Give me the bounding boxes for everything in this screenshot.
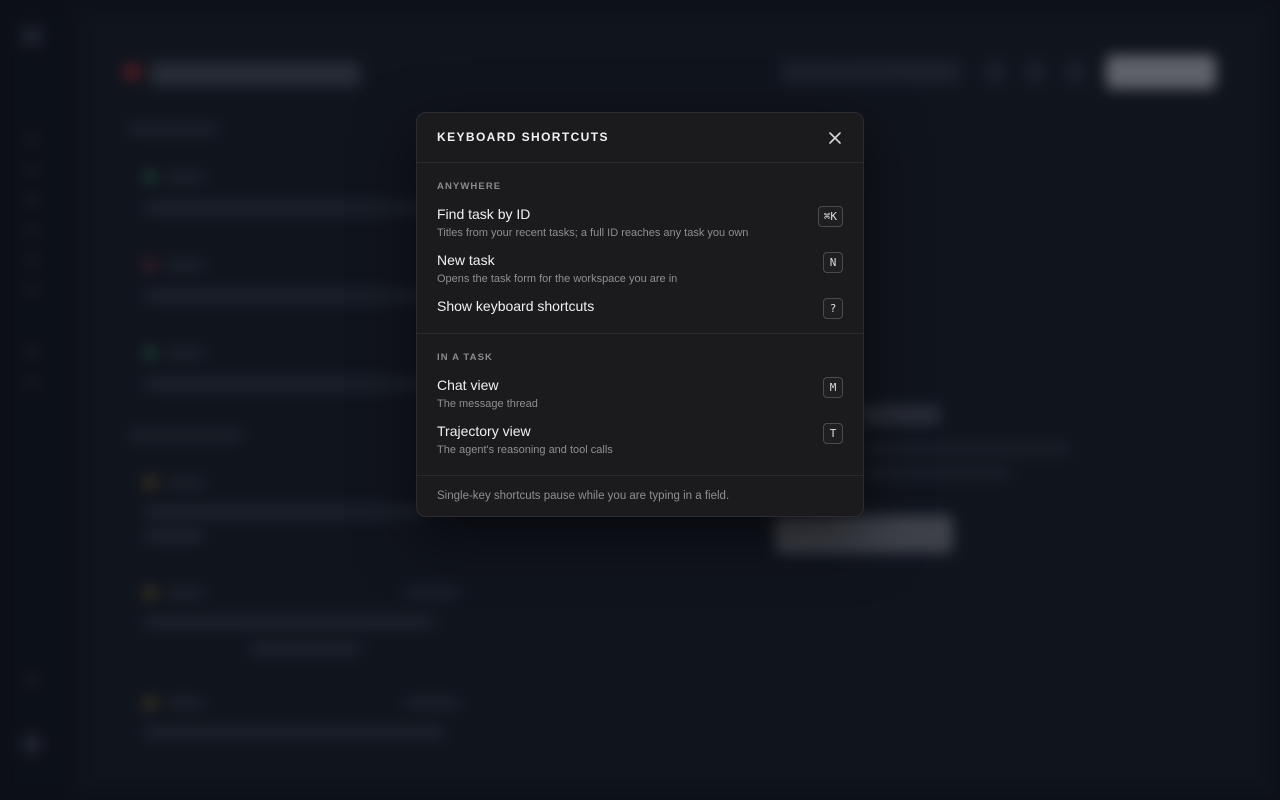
shortcut-description: Titles from your recent tasks; a full ID… (437, 227, 749, 239)
shortcut-description: Opens the task form for the workspace yo… (437, 273, 678, 285)
section-anywhere: ANYWHERE Find task by ID Titles from you… (417, 163, 863, 334)
close-button[interactable] (825, 128, 845, 148)
shortcut-title: Show keyboard shortcuts (437, 298, 595, 314)
shortcut-title: Trajectory view (437, 423, 531, 439)
dialog-title: KEYBOARD SHORTCUTS (437, 130, 609, 144)
key-badge: M (823, 377, 843, 398)
shortcut-row-find-task: Find task by ID Titles from your recent … (437, 206, 843, 246)
key-badge: T (823, 423, 843, 444)
shortcut-row-show-shortcuts: Show keyboard shortcuts ? (437, 298, 843, 338)
shortcut-description: The agent's reasoning and tool calls (437, 444, 613, 456)
key-badge: N (823, 252, 843, 273)
dialog-header: KEYBOARD SHORTCUTS (417, 113, 863, 163)
key-badge: ? (823, 298, 843, 319)
shortcut-title: Chat view (437, 377, 499, 393)
section-label: IN A TASK (437, 352, 493, 363)
shortcut-row-trajectory-view: Trajectory view The agent's reasoning an… (437, 423, 843, 463)
shortcut-title: New task (437, 252, 495, 268)
footer-note: Single-key shortcuts pause while you are… (437, 490, 730, 502)
section-in-a-task: IN A TASK Chat view The message thread M… (417, 334, 863, 476)
close-icon (825, 128, 845, 148)
shortcut-description: The message thread (437, 398, 538, 410)
section-label: ANYWHERE (437, 181, 502, 192)
key-badge: ⌘K (817, 206, 843, 227)
keyboard-shortcuts-dialog: KEYBOARD SHORTCUTS ANYWHERE Find task by… (416, 112, 864, 517)
shortcut-row-new-task: New task Opens the task form for the wor… (437, 252, 843, 292)
shortcut-row-chat-view: Chat view The message thread M (437, 377, 843, 417)
shortcut-title: Find task by ID (437, 206, 531, 222)
